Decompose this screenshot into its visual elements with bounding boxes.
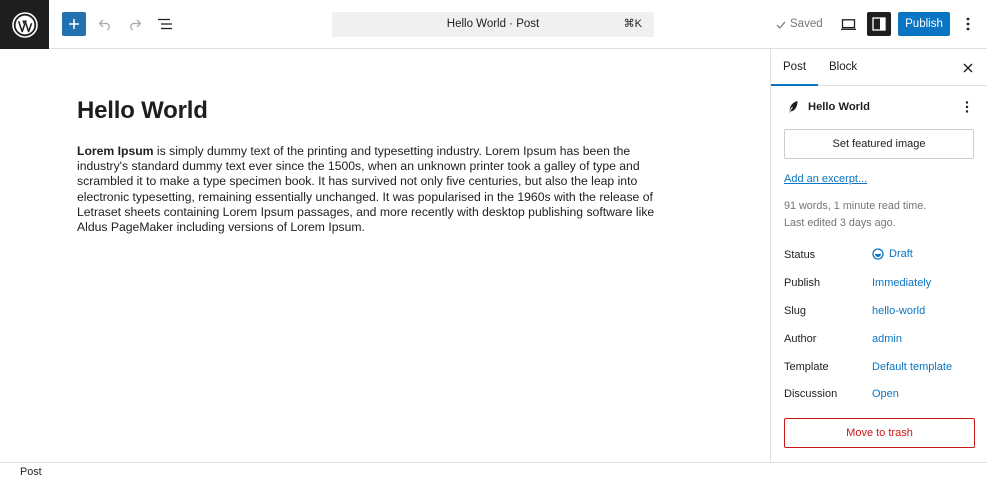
publish-button[interactable]: Publish bbox=[898, 12, 950, 36]
draft-status-icon bbox=[872, 248, 884, 260]
template-label: Template bbox=[784, 361, 829, 373]
slug-label: Slug bbox=[784, 305, 807, 317]
more-vertical-icon bbox=[965, 101, 969, 113]
add-excerpt-link[interactable]: Add an excerpt... bbox=[784, 173, 867, 185]
document-title: Hello World · Post bbox=[446, 18, 540, 30]
last-edited: Last edited 3 days ago. bbox=[784, 217, 896, 229]
publish-label: Publish bbox=[784, 277, 821, 289]
wordpress-logo-icon[interactable] bbox=[0, 0, 49, 49]
saved-indicator: Saved bbox=[776, 12, 823, 37]
block-inserter-button[interactable] bbox=[62, 12, 86, 36]
tab-post[interactable]: Post bbox=[771, 49, 819, 86]
tab-block[interactable]: Block bbox=[829, 49, 857, 86]
breadcrumb[interactable]: Post bbox=[20, 463, 42, 481]
template-value[interactable]: Default template bbox=[872, 361, 952, 373]
post-actions-button[interactable] bbox=[959, 99, 975, 115]
post-card-title: Hello World bbox=[808, 101, 870, 113]
feather-icon bbox=[785, 99, 801, 115]
author-value[interactable]: admin bbox=[872, 333, 902, 345]
undo-icon bbox=[98, 19, 110, 30]
saved-label: Saved bbox=[790, 18, 823, 30]
close-sidebar-button[interactable] bbox=[960, 60, 976, 76]
settings-toggle-button[interactable] bbox=[867, 12, 891, 36]
preview-button[interactable] bbox=[836, 12, 860, 36]
redo-icon bbox=[130, 19, 142, 30]
redo-button[interactable] bbox=[123, 12, 147, 36]
command-palette-bar[interactable]: Hello World · Post ⌘K bbox=[332, 12, 654, 37]
editor-header: Hello World · Post ⌘K Saved Publish bbox=[0, 0, 987, 49]
editor-footer: Post bbox=[0, 462, 987, 481]
editor-canvas[interactable]: Hello World Lorem Ipsum is simply dummy … bbox=[0, 49, 770, 462]
discussion-value[interactable]: Open bbox=[872, 388, 899, 400]
slug-value[interactable]: hello-world bbox=[872, 305, 925, 317]
paragraph-block[interactable]: Lorem Ipsum is simply dummy text of the … bbox=[77, 144, 682, 235]
status-value[interactable]: Draft bbox=[872, 248, 913, 260]
more-vertical-icon bbox=[966, 17, 970, 31]
check-icon bbox=[776, 21, 786, 29]
paragraph-bold-text: Lorem Ipsum bbox=[77, 144, 154, 158]
document-overview-icon bbox=[158, 18, 172, 30]
post-title[interactable]: Hello World bbox=[77, 97, 208, 125]
discussion-label: Discussion bbox=[784, 388, 838, 400]
desktop-icon bbox=[840, 18, 856, 30]
publish-date-value[interactable]: Immediately bbox=[872, 277, 931, 289]
close-icon bbox=[963, 63, 973, 73]
keyboard-shortcut-hint: ⌘K bbox=[623, 18, 642, 30]
status-value-label: Draft bbox=[889, 248, 913, 260]
move-to-trash-button[interactable]: Move to trash bbox=[784, 418, 975, 448]
status-label: Status bbox=[784, 249, 816, 261]
undo-button[interactable] bbox=[93, 12, 117, 36]
settings-sidebar: Post Block Hello World Set featured imag… bbox=[770, 49, 987, 462]
word-count: 91 words, 1 minute read time. bbox=[784, 200, 927, 212]
paragraph-text: is simply dummy text of the printing and… bbox=[77, 144, 655, 235]
options-button[interactable] bbox=[956, 12, 980, 36]
sidebar-toggle-icon bbox=[872, 17, 886, 31]
author-label: Author bbox=[784, 333, 817, 345]
plus-icon bbox=[69, 19, 79, 29]
document-overview-button[interactable] bbox=[153, 12, 177, 36]
sidebar-tabs: Post Block bbox=[771, 49, 987, 86]
set-featured-image-button[interactable]: Set featured image bbox=[784, 129, 974, 159]
